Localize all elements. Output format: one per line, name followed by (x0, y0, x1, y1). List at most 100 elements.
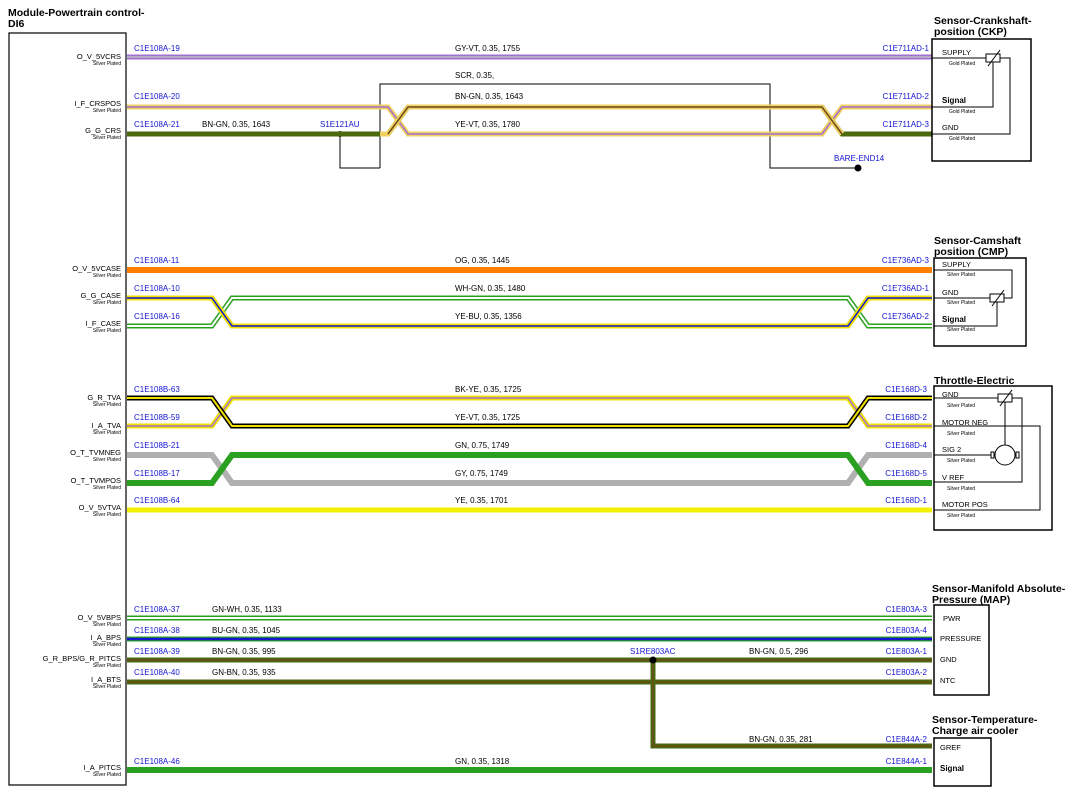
component-title: Pressure (MAP) (932, 594, 1010, 606)
wire-motor-pair[interactable] (127, 452, 932, 486)
wire-spec: YE, 0.35, 1701 (455, 496, 508, 505)
module-pin-label: I_F_CRSPOS (74, 99, 121, 108)
connector-id: C1E803A-2 (886, 668, 928, 677)
connector-id: C1E168D-1 (885, 496, 927, 505)
component-pin: NTC (940, 676, 956, 685)
connector-id: C1E108A-20 (134, 92, 180, 101)
module-box (8, 32, 127, 786)
wire-spec: BN-GN, 0.35, 1643 (455, 92, 524, 101)
shield-spec: SCR, 0.35, (455, 71, 494, 80)
component-pin-plating: Silver Plated (947, 327, 975, 333)
connector-id: C1E168D-5 (885, 469, 927, 478)
wire-line[interactable] (127, 295, 932, 329)
module-pin-plating: Silver Plated (93, 457, 121, 463)
connector-id: C1E108B-64 (134, 496, 180, 505)
component-pin: GND (942, 123, 959, 132)
wire-stripe (127, 397, 932, 427)
bare-end-dot (854, 164, 862, 172)
module-pin-plating: Silver Plated (93, 663, 121, 669)
ckp-shield-group (337, 83, 862, 172)
wire-line[interactable] (380, 104, 845, 137)
wiring-diagram: Module-Powertrain control- DI6 O_V_5VCRS… (8, 7, 1066, 787)
connector-id: C1E108B-21 (134, 441, 180, 450)
module-pin-plating: Silver Plated (93, 430, 121, 436)
wire-stripe (127, 297, 932, 327)
connector-id: C1E844A-1 (886, 757, 928, 766)
wire-cmp-pair[interactable] (127, 295, 932, 329)
connector-id: C1E108A-16 (134, 312, 180, 321)
connector-id: C1E108A-46 (134, 757, 180, 766)
component-pin: SIG 2 (942, 445, 961, 454)
module-title-line2: DI6 (8, 18, 25, 30)
connector-id: C1E108A-40 (134, 668, 180, 677)
connector-id: C1E736AD-3 (882, 256, 930, 265)
module-pin-plating: Silver Plated (93, 135, 121, 141)
component-pin-plating: Silver Plated (947, 403, 975, 409)
connector-id: C1E108B-63 (134, 385, 180, 394)
splice-dot (649, 656, 657, 664)
wire-line[interactable] (127, 295, 932, 329)
module-pin-plating: Silver Plated (93, 300, 121, 306)
module-pin-label: O_T_TVMNEG (70, 448, 121, 457)
connector-id: C1E803A-3 (886, 605, 928, 614)
wire-stripe (127, 297, 932, 327)
module-pin-label: I_A_BPS (91, 633, 121, 642)
wire-spec: BN-GN, 0.35, 1643 (202, 120, 271, 129)
module-pin-plating: Silver Plated (93, 684, 121, 690)
module-pin-plating: Silver Plated (93, 772, 121, 778)
component-map-sensor: Sensor-Manifold Absolute- Pressure (MAP)… (932, 583, 1066, 696)
component-pin: MOTOR POS (942, 500, 988, 509)
wire-spec: WH-GN, 0.35, 1480 (455, 284, 526, 293)
connector-id: C1E803A-4 (886, 626, 928, 635)
component-pin: SUPPLY (942, 260, 971, 269)
component-title: Throttle-Electric (934, 375, 1015, 387)
wire-spec: YE-VT, 0.35, 1780 (455, 120, 520, 129)
wire-spec: GN, 0.75, 1749 (455, 441, 510, 450)
splice-label: S1RE803AC (630, 647, 676, 656)
component-pin-plating: Silver Plated (947, 513, 975, 519)
connector-id: C1E844A-2 (886, 735, 928, 744)
wire-spec: BN-GN, 0.35, 995 (212, 647, 276, 656)
connector-id: C1E736AD-1 (882, 284, 930, 293)
wire-spec: BK-YE, 0.35, 1725 (455, 385, 522, 394)
module-pin-label: G_R_TVA (87, 393, 121, 402)
wire-spec: OG, 0.35, 1445 (455, 256, 510, 265)
module-pin-plating: Silver Plated (93, 61, 121, 67)
module-pin-plating: Silver Plated (93, 402, 121, 408)
connector-id: C1E108B-17 (134, 469, 180, 478)
component-pin: Signal (942, 315, 966, 324)
connector-id: C1E736AD-2 (882, 312, 930, 321)
wire-throttle-pair[interactable] (127, 395, 932, 429)
connector-id: C1E168D-2 (885, 413, 927, 422)
shield-splice-line (339, 134, 380, 169)
wire-line[interactable] (127, 452, 932, 486)
connector-id: C1E108A-11 (134, 256, 180, 265)
connector-id: C1E108B-59 (134, 413, 180, 422)
wire-line[interactable] (127, 452, 932, 486)
wire-line[interactable] (127, 295, 932, 329)
bare-end-label: BARE-END14 (834, 154, 885, 163)
module-pin-plating: Silver Plated (93, 273, 121, 279)
wire-spec: BN-GN, 0.5, 296 (749, 647, 809, 656)
module-pin-label: O_V_5VCASE (72, 264, 121, 273)
component-throttle-electric: Throttle-Electric GND Silver Plated MOTO… (933, 375, 1053, 531)
connector-id: C1E803A-1 (886, 647, 928, 656)
component-cmp-sensor: Sensor-Camshaft position (CMP) SUPPLY Si… (933, 235, 1027, 347)
module-pin-plating: Silver Plated (93, 485, 121, 491)
module-pin-label: I_A_TVA (92, 421, 121, 430)
component-ckp-sensor: Sensor-Crankshaft- position (CKP) SUPPLY… (931, 15, 1032, 162)
module-powertrain-control: Module-Powertrain control- DI6 O_V_5VCRS… (8, 7, 145, 786)
component-pin-plating: Silver Plated (947, 300, 975, 306)
component-pin: V REF (942, 473, 965, 482)
component-pin: PWR (943, 614, 961, 623)
wire-stripe (127, 397, 932, 427)
module-pin-plating: Silver Plated (93, 108, 121, 114)
connector-id: C1E108A-38 (134, 626, 180, 635)
module-pin-label: I_F_CASE (86, 319, 121, 328)
wire-spec: GN-BN, 0.35, 935 (212, 668, 276, 677)
component-pin: GREF (940, 743, 961, 752)
wire-line[interactable] (127, 395, 932, 429)
component-pin: PRESSURE (940, 634, 981, 643)
wire-spec: GY, 0.75, 1749 (455, 469, 508, 478)
wire-line[interactable] (127, 395, 932, 429)
